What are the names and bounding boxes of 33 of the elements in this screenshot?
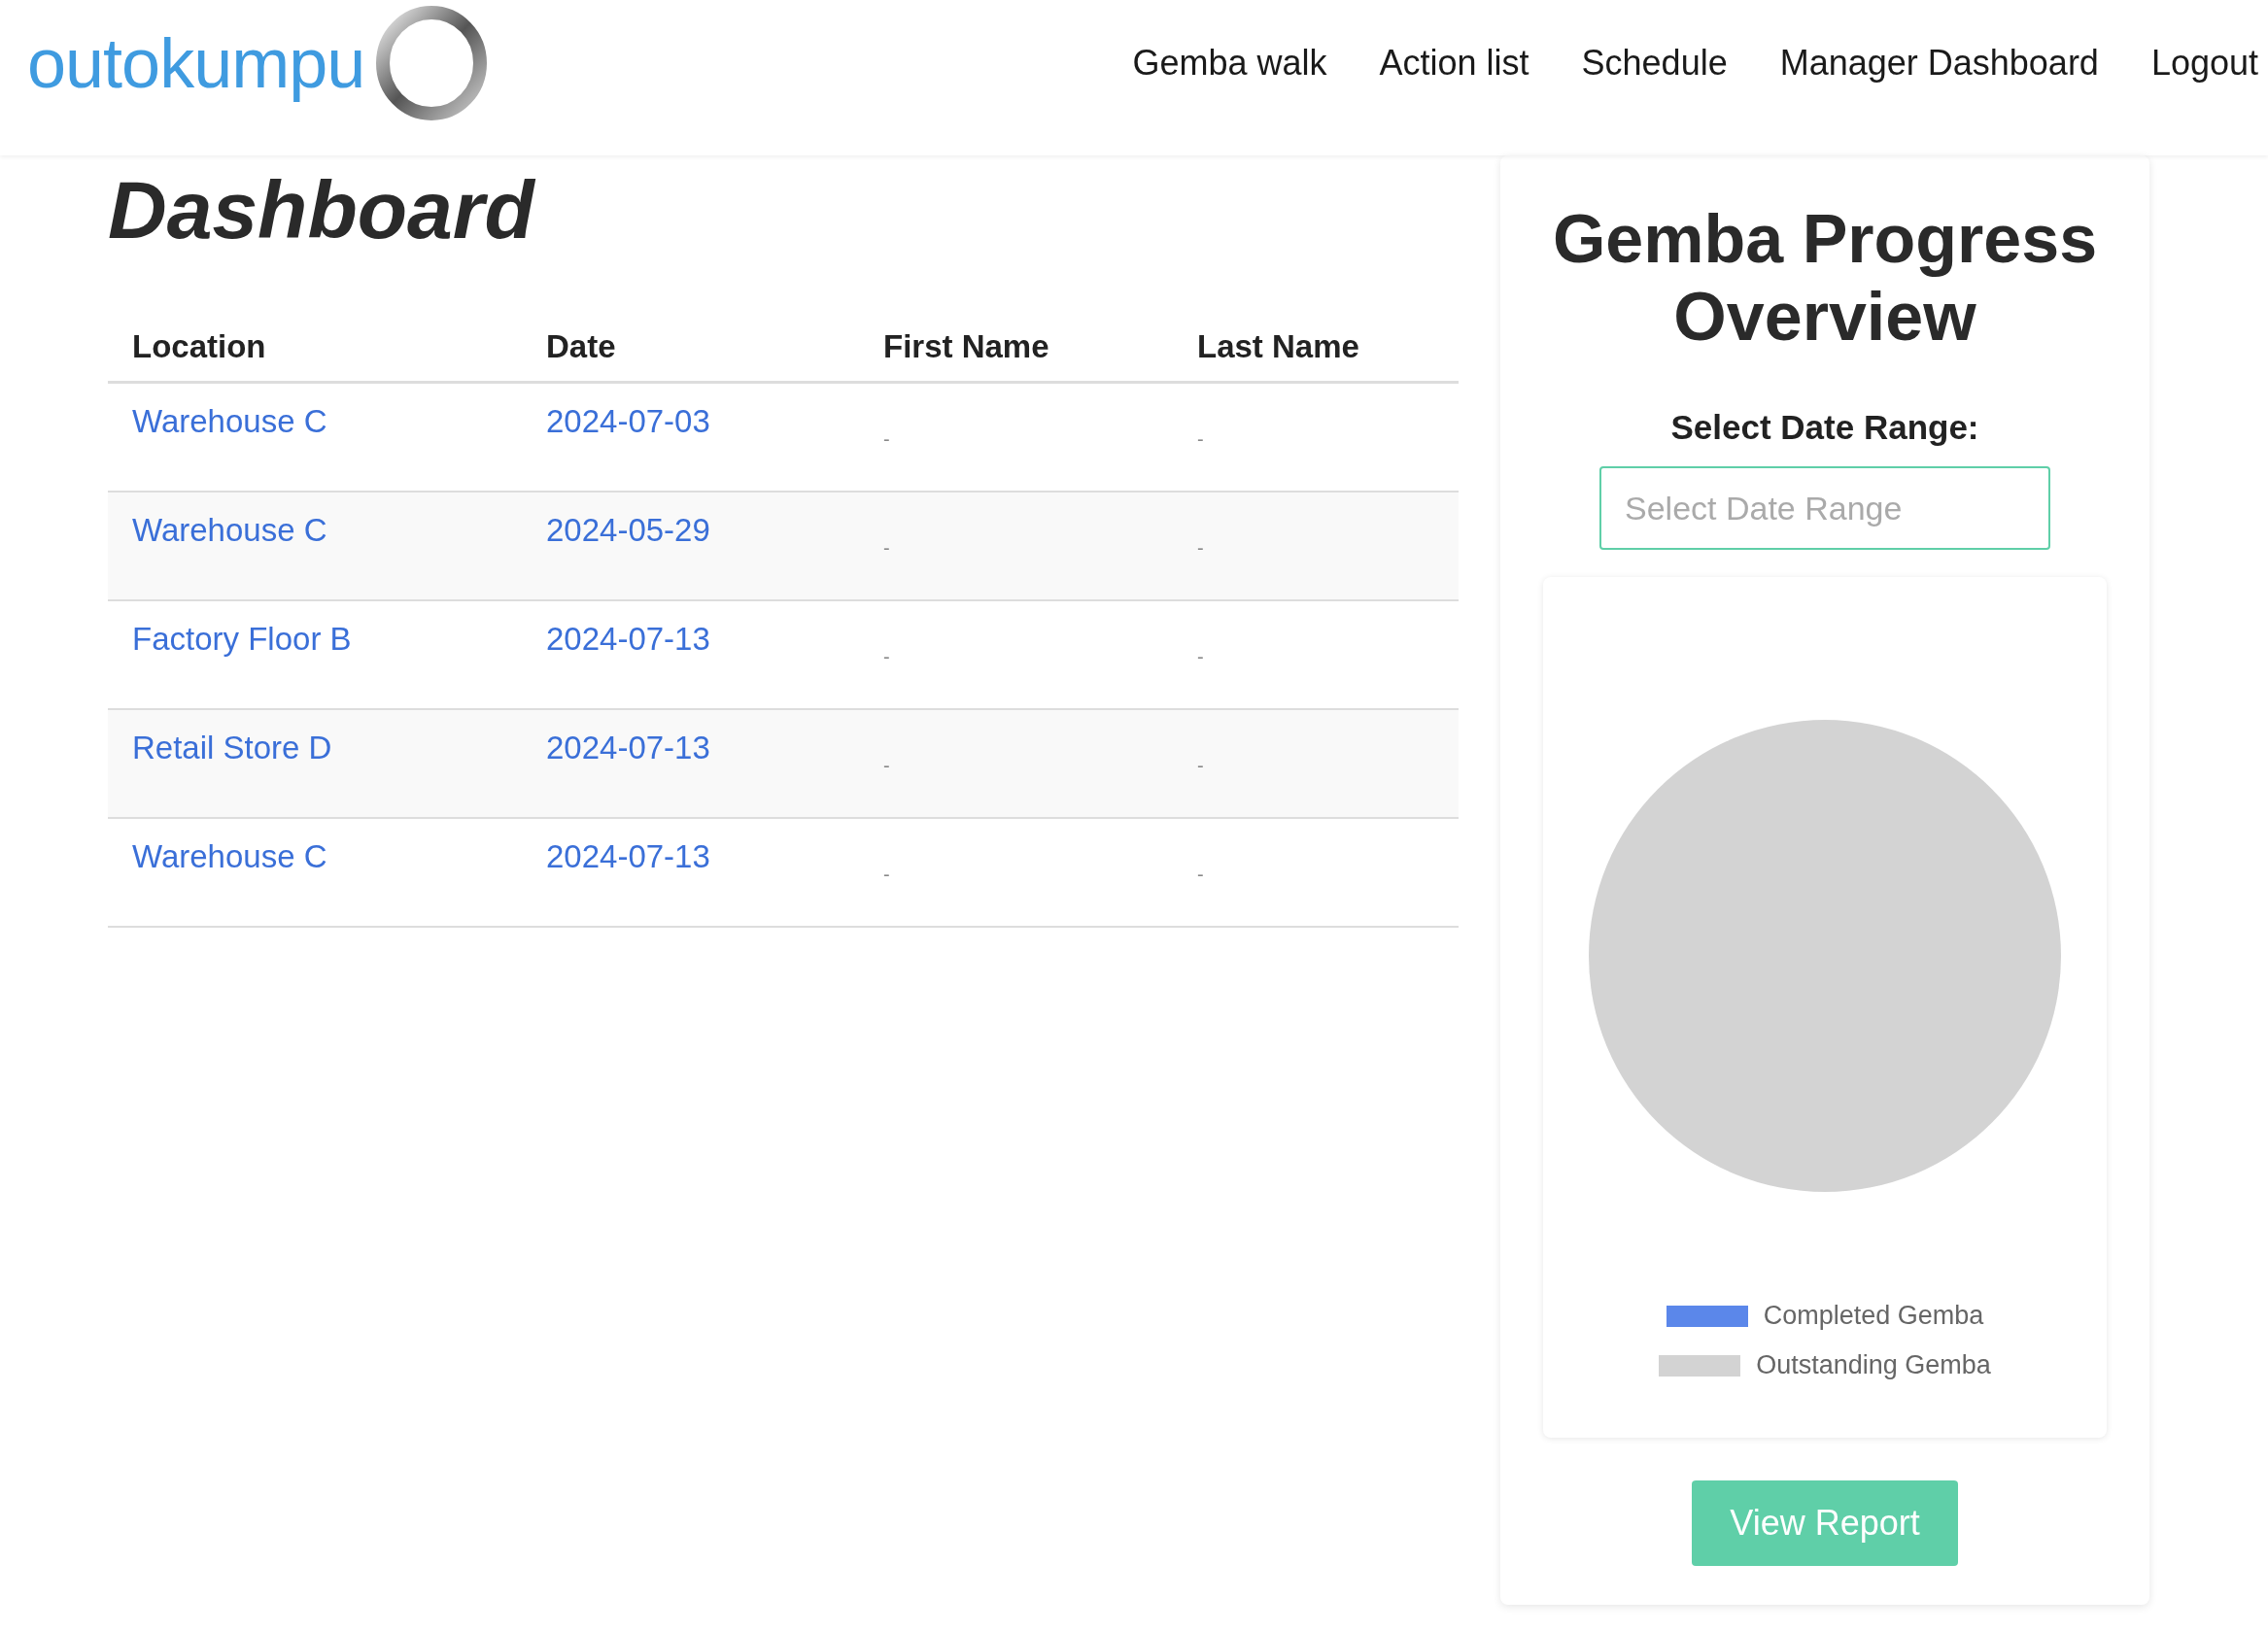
nav-link[interactable]: Manager Dashboard <box>1779 43 2099 84</box>
nav-link[interactable]: Logout <box>2150 43 2258 84</box>
table-cell: - <box>883 536 890 560</box>
location-link[interactable]: Factory Floor B <box>132 620 352 657</box>
date-link[interactable]: 2024-07-13 <box>546 729 710 765</box>
nav-link[interactable]: Gemba walk <box>1132 43 1327 84</box>
page-title: Dashboard <box>108 163 536 257</box>
date-link[interactable]: 2024-05-29 <box>546 511 710 548</box>
date-link[interactable]: 2024-07-03 <box>546 403 710 439</box>
location-link[interactable]: Warehouse C <box>132 837 327 874</box>
legend-label: Outstanding Gemba <box>1756 1350 1991 1380</box>
table-cell: - <box>883 863 890 886</box>
table-cell: - <box>1197 428 1204 451</box>
table-cell: - <box>1197 863 1204 886</box>
card-title: Gemba Progress Overview <box>1551 200 2099 356</box>
nav-link[interactable]: Action list <box>1379 43 1529 84</box>
table-cell: - <box>1197 754 1204 777</box>
table-cell: - <box>883 428 890 451</box>
table-cell: - <box>883 645 890 668</box>
table-cell: - <box>1197 645 1204 668</box>
date-link[interactable]: 2024-07-13 <box>546 620 710 657</box>
date-range-field[interactable]: Select Date Range <box>1599 466 2050 550</box>
location-link[interactable]: Retail Store D <box>132 729 332 765</box>
ring-logo-icon <box>374 6 490 120</box>
table-cell: - <box>883 754 890 777</box>
location-link[interactable]: Warehouse C <box>132 403 327 439</box>
legend-label: Completed Gemba <box>1763 1301 1984 1331</box>
date-link[interactable]: 2024-07-13 <box>546 837 710 874</box>
table-cell: - <box>1197 536 1204 560</box>
field-label: Select Date Range: <box>1670 408 1979 447</box>
logo-text: outokumpu <box>27 23 365 103</box>
location-link[interactable]: Warehouse C <box>132 511 327 548</box>
nav-link[interactable]: Schedule <box>1581 43 1728 84</box>
